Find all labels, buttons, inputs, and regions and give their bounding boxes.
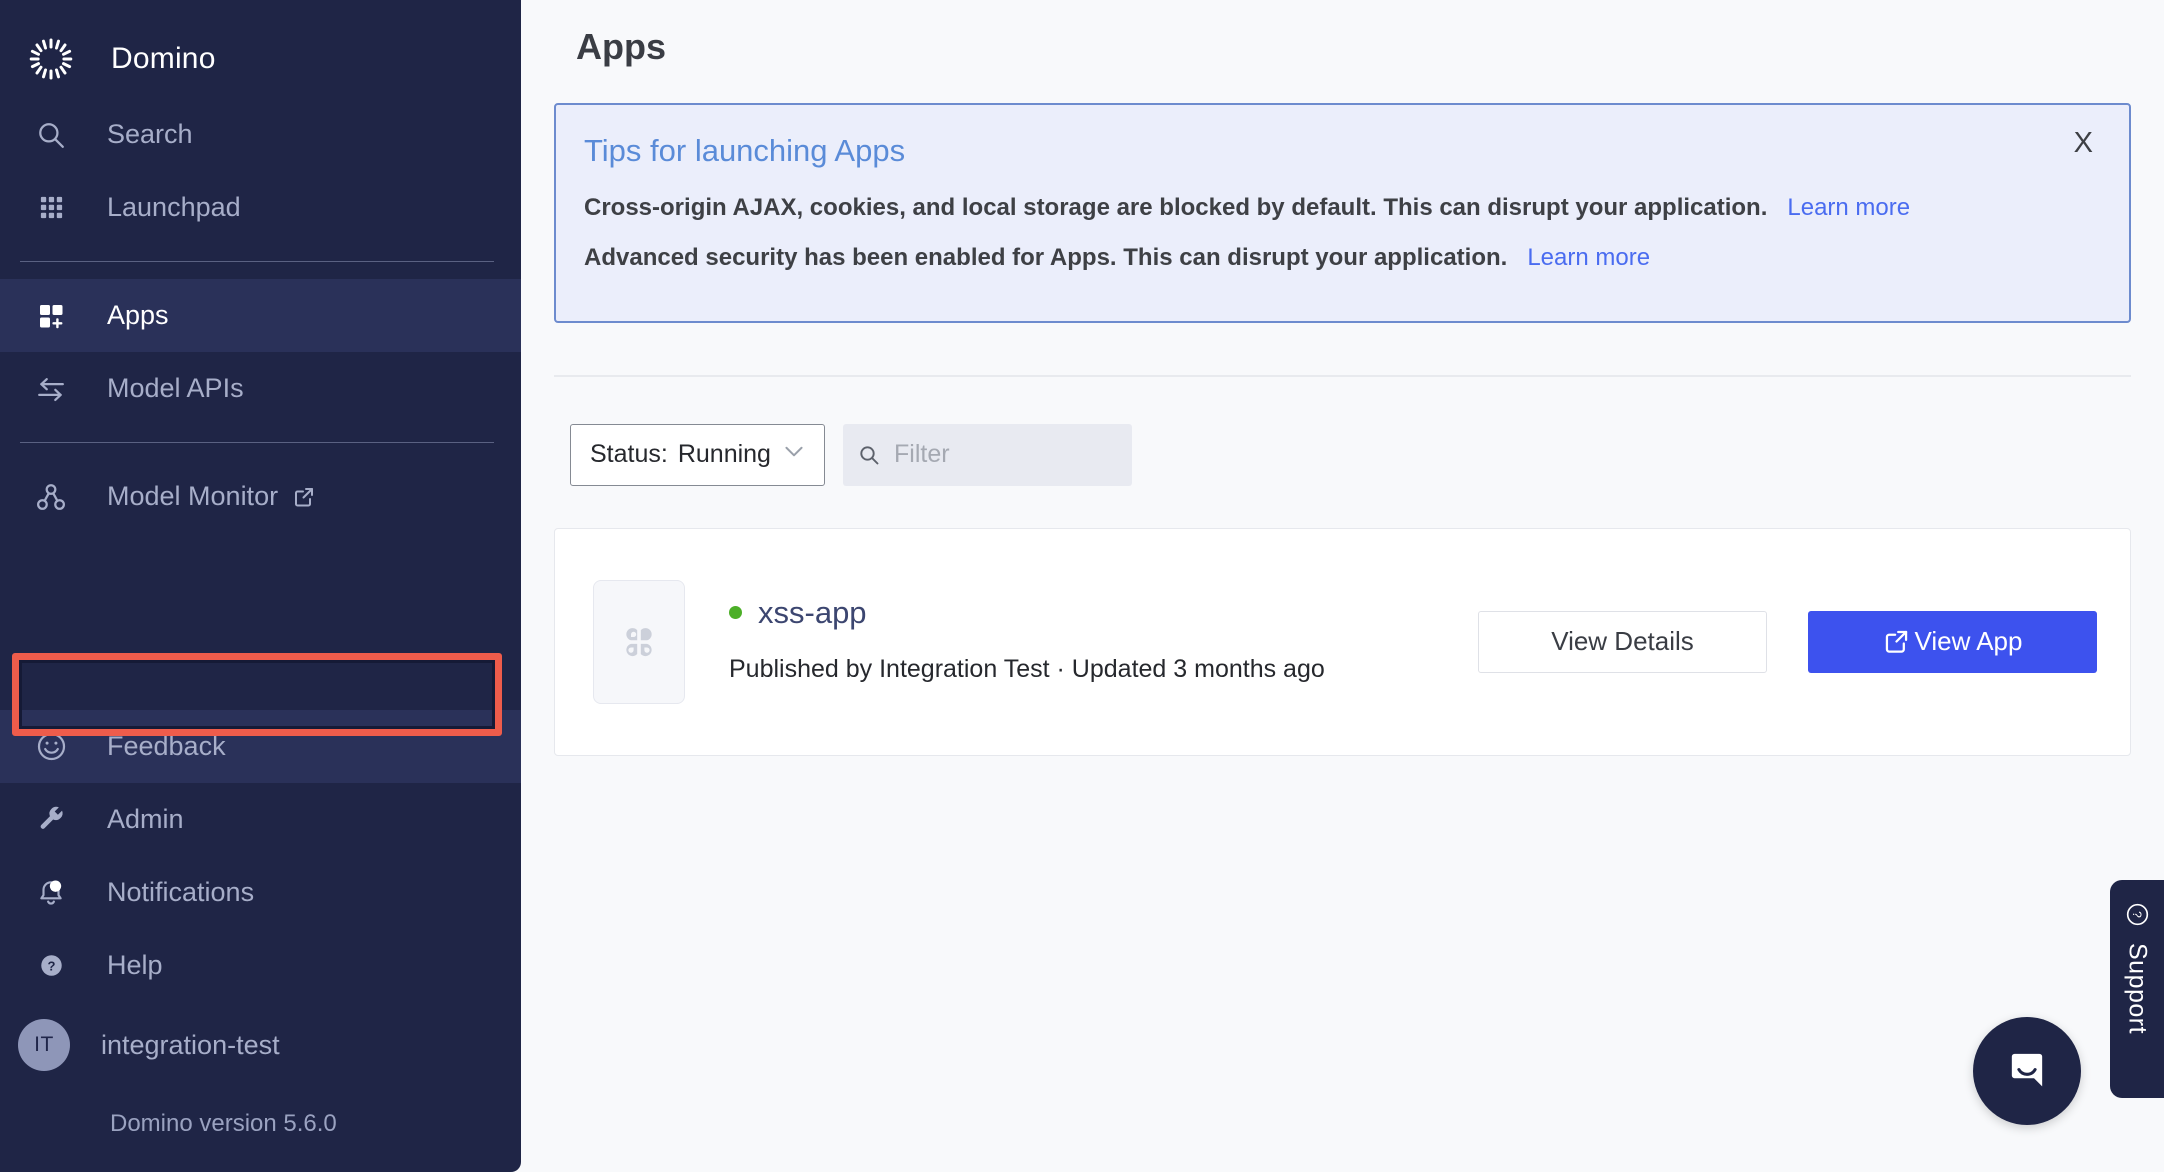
sidebar-item-label: Search: [107, 119, 193, 149]
view-details-button[interactable]: View Details: [1478, 610, 1767, 673]
exchange-arrows-icon: [28, 366, 74, 412]
search-icon: [857, 443, 881, 467]
question-circle-icon: ?: [2125, 902, 2150, 927]
sidebar-item-label: Model Monitor: [107, 481, 279, 511]
banner-row: Cross-origin AJAX, cookies, and local st…: [584, 191, 2095, 226]
app-name-row: xss-app: [729, 595, 1349, 631]
view-app-button[interactable]: View App: [1808, 610, 2097, 673]
bell-icon: [28, 870, 74, 916]
filter-input[interactable]: [894, 440, 1118, 470]
app-meta: Published by Integration Test · Updated …: [729, 654, 1325, 683]
status-filter-value: Running: [677, 440, 771, 469]
avatar: IT: [18, 1019, 70, 1071]
banner-row-text: Cross-origin AJAX, cookies, and local st…: [584, 194, 1768, 221]
external-link-icon: [1883, 628, 1910, 655]
learn-more-link[interactable]: Learn more: [1787, 191, 1910, 226]
wrench-icon: [28, 797, 74, 843]
status-filter-label: Status: Running: [590, 440, 771, 469]
filter-bar: Status: Running: [554, 423, 2131, 486]
status-badge: [729, 606, 742, 620]
chat-launcher-button[interactable]: [1973, 1017, 2081, 1125]
banner-row-text: Advanced security has been enabled for A…: [584, 243, 1508, 271]
chevron-down-icon: [781, 438, 807, 471]
page-title: Apps: [576, 26, 666, 67]
sidebar-item-label: Admin: [107, 804, 184, 834]
sidebar-item-launchpad[interactable]: Launchpad: [0, 171, 521, 244]
sidebar-item-label: Feedback: [107, 731, 226, 761]
svg-text:?: ?: [47, 959, 55, 974]
sidebar-item-label: Notifications: [107, 877, 255, 907]
banner-row: Advanced security has been enabled for A…: [584, 241, 2095, 276]
apps-plus-icon: [28, 293, 74, 339]
sidebar-item-apps[interactable]: Apps: [0, 279, 521, 352]
external-link-icon: [292, 485, 316, 509]
sidebar-item-label: Help: [107, 950, 163, 980]
version-label: Domino version 5.6.0: [110, 1110, 337, 1137]
sidebar-item-help[interactable]: ? Help: [0, 929, 521, 1002]
content-divider: [554, 374, 2131, 377]
main-content: Apps Tips for launching Apps Cross-origi…: [521, 0, 2164, 1172]
question-circle-icon: ?: [28, 943, 74, 989]
grid-apps-icon: [28, 185, 74, 231]
app-list-item: xss-app Published by Integration Test · …: [554, 527, 2131, 756]
filter-search-field[interactable]: [843, 423, 1132, 486]
brand-name: Domino: [111, 42, 216, 75]
sidebar-item-admin[interactable]: Admin: [0, 783, 521, 856]
banner-title: Tips for launching Apps: [584, 133, 906, 168]
domino-spinner-logo-icon: [25, 33, 77, 85]
tips-banner: Tips for launching Apps Cross-origin AJA…: [554, 103, 2131, 323]
chat-bubble-smile-icon: [2001, 1043, 2053, 1100]
support-tab[interactable]: ? Support: [2110, 880, 2164, 1098]
sidebar-item-model-apis[interactable]: Model APIs: [0, 352, 521, 425]
brand[interactable]: Domino: [0, 20, 521, 98]
app-root: Domino Search Launchpad Apps Model APIs …: [0, 0, 2164, 1172]
sidebar-item-feedback[interactable]: Feedback: [0, 710, 521, 783]
svg-text:?: ?: [2130, 911, 2144, 918]
status-filter-select[interactable]: Status: Running: [570, 423, 825, 486]
app-actions: View Details View App: [1478, 610, 2097, 673]
app-name-link[interactable]: xss-app: [758, 595, 867, 631]
sidebar-item-notifications[interactable]: Notifications: [0, 856, 521, 929]
sidebar-item-model-monitor[interactable]: Model Monitor: [0, 460, 521, 533]
sidebar-item-label: Model APIs: [107, 373, 244, 403]
clover-app-icon: [593, 579, 685, 704]
learn-more-link[interactable]: Learn more: [1527, 241, 1650, 276]
user-name: integration-test: [101, 1029, 280, 1060]
close-icon[interactable]: X: [2066, 125, 2101, 162]
status-filter-key: Status:: [590, 440, 668, 469]
view-app-label: View App: [1914, 626, 2023, 657]
sidebar-item-search[interactable]: Search: [0, 98, 521, 171]
sidebar-item-label: Apps: [107, 300, 169, 330]
support-label: Support: [2123, 943, 2152, 1035]
node-graph-icon: [28, 474, 74, 520]
search-icon: [28, 112, 74, 158]
smiley-face-icon: [28, 724, 74, 770]
sidebar-item-label: Launchpad: [107, 192, 241, 222]
sidebar-divider-2: [20, 442, 494, 443]
sidebar: Domino Search Launchpad Apps Model APIs …: [0, 0, 521, 1172]
app-info: xss-app Published by Integration Test · …: [729, 595, 1349, 689]
sidebar-item-user[interactable]: IT integration-test: [0, 1002, 521, 1088]
sidebar-divider-1: [20, 261, 494, 262]
sidebar-bottom-spacer: [0, 1138, 521, 1172]
